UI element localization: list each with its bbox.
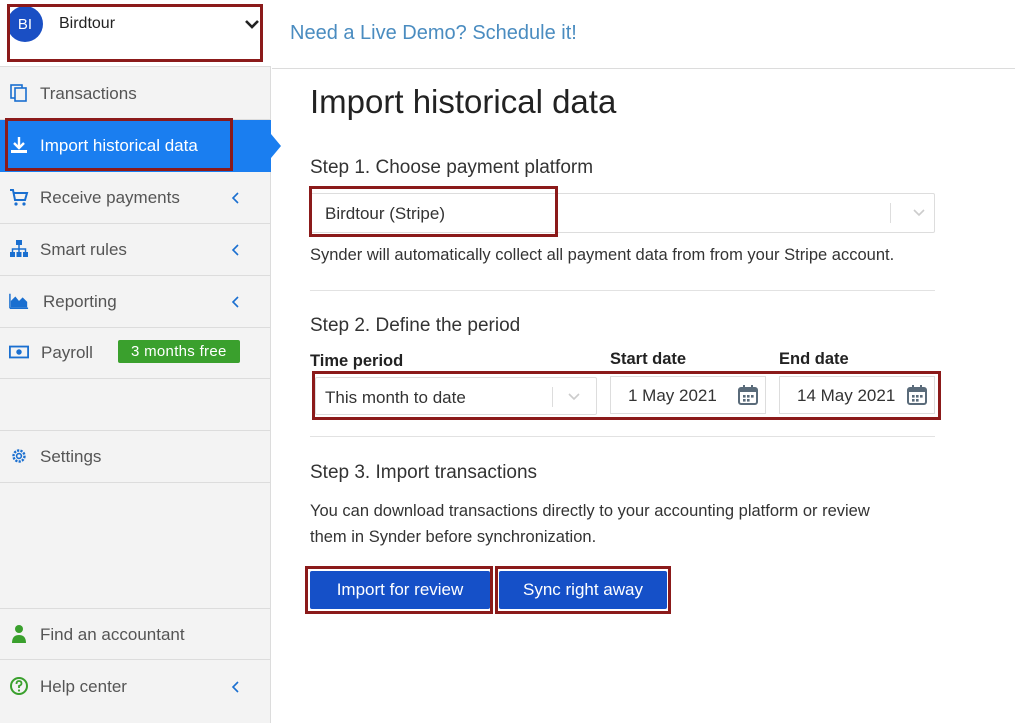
sidebar-item-reporting[interactable]: Reporting bbox=[0, 276, 271, 328]
highlight-box bbox=[495, 566, 671, 614]
step3-note-line2: them in Synder before synchronization. bbox=[310, 528, 597, 546]
sidebar-item-transactions[interactable]: Transactions bbox=[0, 68, 271, 120]
sitemap-icon bbox=[10, 240, 28, 257]
divider bbox=[310, 436, 935, 437]
step1-heading: Step 1. Choose payment platform bbox=[310, 157, 594, 178]
step2-heading: Step 2. Define the period bbox=[310, 315, 521, 336]
sidebar-item-label: Payroll bbox=[41, 343, 93, 362]
sidebar-item-label: Find an accountant bbox=[40, 625, 185, 644]
time-period-label: Time period bbox=[310, 352, 404, 370]
highlight-box bbox=[309, 186, 558, 237]
chevron-left-icon[interactable] bbox=[229, 294, 241, 310]
sidebar-item-payroll[interactable]: Payroll 3 months free bbox=[0, 327, 271, 379]
highlight-box bbox=[305, 566, 493, 614]
question-circle-icon bbox=[10, 677, 28, 695]
step3-heading: Step 3. Import transactions bbox=[310, 462, 538, 483]
sidebar-item-settings[interactable]: Settings bbox=[0, 431, 271, 483]
highlight-box bbox=[7, 4, 263, 62]
sidebar-spacer bbox=[0, 379, 271, 431]
sidebar-item-find-accountant[interactable]: Find an accountant bbox=[0, 608, 271, 660]
step3-note-line1: You can download transactions directly t… bbox=[310, 502, 870, 520]
chevron-left-icon[interactable] bbox=[229, 679, 241, 695]
sidebar-item-label: Smart rules bbox=[40, 240, 127, 259]
sidebar-item-label: Settings bbox=[40, 447, 102, 466]
gear-icon bbox=[12, 449, 26, 463]
sidebar-item-smart-rules[interactable]: Smart rules bbox=[0, 224, 271, 276]
sidebar-item-help-center[interactable]: Help center bbox=[0, 661, 271, 713]
sidebar-item-label: Receive payments bbox=[40, 188, 180, 207]
sidebar-item-label: Help center bbox=[40, 677, 127, 696]
start-date-label: Start date bbox=[610, 350, 687, 368]
end-date-label: End date bbox=[779, 350, 849, 368]
divider bbox=[310, 290, 935, 291]
sidebar-item-receive-payments[interactable]: Receive payments bbox=[0, 172, 271, 224]
highlight-box bbox=[5, 118, 233, 171]
highlight-box bbox=[312, 371, 941, 420]
sidebar: BI Birdtour Transactions Import historic… bbox=[0, 0, 281, 723]
sidebar-item-label: Reporting bbox=[43, 292, 117, 311]
top-header: Need a Live Demo? Schedule it! bbox=[272, 0, 1015, 69]
user-tie-icon bbox=[12, 625, 26, 643]
live-demo-link[interactable]: Need a Live Demo? Schedule it! bbox=[290, 22, 577, 45]
copy-icon bbox=[10, 84, 27, 102]
step1-note: Synder will automatically collect all pa… bbox=[310, 246, 895, 264]
chevron-down-icon bbox=[913, 209, 925, 217]
main-content: Import historical data Step 1. Choose pa… bbox=[272, 69, 1015, 723]
sidebar-item-label: Transactions bbox=[40, 84, 137, 103]
area-chart-icon bbox=[9, 293, 29, 309]
select-separator bbox=[890, 203, 891, 223]
promo-badge: 3 months free bbox=[118, 340, 240, 363]
chevron-left-icon[interactable] bbox=[229, 242, 241, 258]
page-title: Import historical data bbox=[310, 83, 617, 120]
money-icon bbox=[9, 345, 29, 359]
chevron-left-icon[interactable] bbox=[229, 190, 241, 206]
cart-icon bbox=[10, 189, 29, 206]
